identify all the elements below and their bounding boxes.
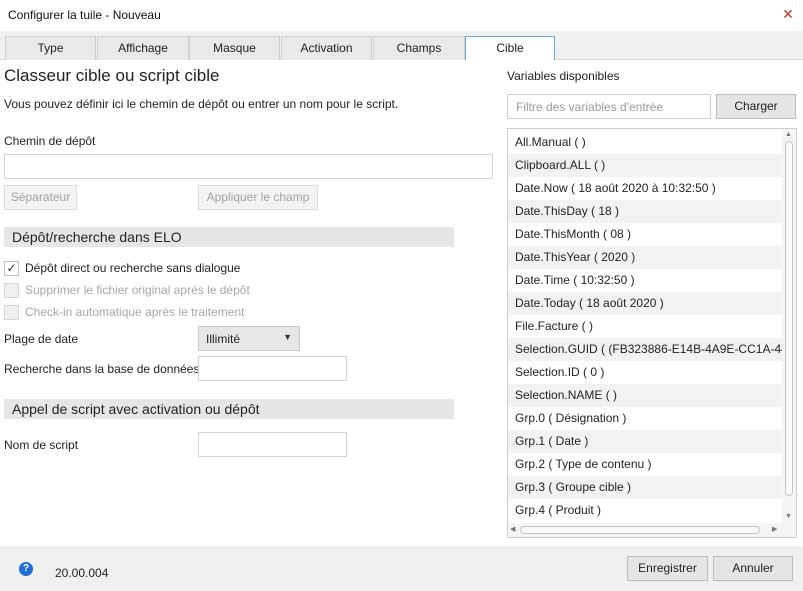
tab-cible[interactable]: Cible [465, 36, 555, 61]
list-item[interactable]: Grp.0 ( Désignation ) [508, 407, 783, 430]
window-title: Configurer la tuile - Nouveau [8, 8, 161, 22]
tab-champs[interactable]: Champs [373, 36, 465, 60]
list-item[interactable]: Date.Now ( 18 août 2020 à 10:32:50 ) [508, 177, 783, 200]
script-name-input[interactable] [198, 432, 347, 457]
vertical-scrollbar[interactable]: ▲ ▼ [782, 129, 796, 524]
checkbox-label: Dépôt direct ou recherche sans dialogue [25, 261, 241, 275]
close-icon[interactable]: ✕ [781, 7, 795, 21]
scroll-down-icon[interactable]: ▼ [785, 513, 792, 520]
path-label: Chemin de dépôt [4, 134, 96, 148]
vertical-scroll-thumb[interactable] [785, 141, 793, 496]
version-label: 20.00.004 [55, 566, 109, 580]
horizontal-scrollbar[interactable]: ◀ ▶ [508, 523, 796, 537]
horizontal-scroll-thumb[interactable] [520, 526, 760, 534]
db-search-label: Recherche dans la base de données [4, 362, 200, 376]
checkbox-label: Supprimer le fichier original après le d… [25, 283, 250, 297]
help-icon[interactable]: ? [19, 562, 33, 576]
list-item[interactable]: Grp.4 ( Produit ) [508, 499, 783, 522]
checkbox-auto-checkin[interactable]: Check-in automatique après le traitement [4, 304, 454, 322]
checkbox-label: Check-in automatique après le traitement [25, 305, 245, 319]
cancel-button[interactable]: Annuler [713, 556, 793, 581]
tab-type[interactable]: Type [5, 36, 96, 60]
scroll-up-icon[interactable]: ▲ [785, 131, 792, 138]
checkbox-box[interactable] [4, 283, 19, 298]
list-item[interactable]: Date.ThisMonth ( 08 ) [508, 223, 783, 246]
title-bar: Configurer la tuile - Nouveau ✕ [0, 0, 803, 30]
scroll-right-icon[interactable]: ▶ [772, 525, 777, 533]
scroll-left-icon[interactable]: ◀ [510, 525, 515, 533]
list-item[interactable]: Selection.GUID ( (FB323886-E14B-4A9E-CC1… [508, 338, 783, 361]
list-item[interactable]: Date.Time ( 10:32:50 ) [508, 269, 783, 292]
db-search-input[interactable] [198, 356, 347, 381]
list-item[interactable]: Clipboard.ALL ( ) [508, 154, 783, 177]
list-item[interactable]: Selection.NAME ( ) [508, 384, 783, 407]
tab-bar: Type Affichage Masque Activation Champs … [0, 31, 803, 61]
section-script-header: Appel de script avec activation ou dépôt [4, 399, 454, 419]
variables-title: Variables disponibles [507, 69, 620, 83]
list-item[interactable]: Grp.3 ( Groupe cible ) [508, 476, 783, 499]
save-button[interactable]: Enregistrer [627, 556, 708, 581]
list-item[interactable]: Date.Today ( 18 août 2020 ) [508, 292, 783, 315]
list-item[interactable]: File.Facture ( ) [508, 315, 783, 338]
section-elo-header: Dépôt/recherche dans ELO [4, 227, 454, 247]
checkbox-direct-storage[interactable]: ✓ Dépôt direct ou recherche sans dialogu… [4, 260, 454, 278]
variable-filter-input[interactable] [508, 95, 710, 118]
path-input[interactable] [4, 154, 493, 179]
list-item[interactable]: Date.ThisDay ( 18 ) [508, 200, 783, 223]
date-range-select[interactable]: Illimité ▼ [198, 326, 300, 351]
tab-masque[interactable]: Masque [189, 36, 280, 60]
tab-affichage[interactable]: Affichage [97, 36, 189, 60]
checkbox-delete-original[interactable]: Supprimer le fichier original après le d… [4, 282, 454, 300]
list-item[interactable]: All.Manual ( ) [508, 131, 783, 154]
checkbox-box[interactable] [4, 305, 19, 320]
main-panel: Classeur cible ou script cible Vous pouv… [0, 60, 803, 546]
check-icon[interactable]: ✓ [4, 261, 19, 276]
separator-button[interactable]: Séparateur [4, 185, 77, 210]
chevron-down-icon: ▼ [283, 332, 292, 342]
variables-list[interactable]: All.Manual ( ) Clipboard.ALL ( ) Date.No… [507, 128, 797, 538]
list-item[interactable]: Selection.ID ( 0 ) [508, 361, 783, 384]
list-item[interactable]: Date.ThisYear ( 2020 ) [508, 246, 783, 269]
tab-activation[interactable]: Activation [281, 36, 372, 60]
date-range-label: Plage de date [4, 332, 79, 346]
page-title: Classeur cible ou script cible [4, 66, 220, 85]
script-name-label: Nom de script [4, 438, 79, 452]
footer-bar: ? 20.00.004 Enregistrer Annuler [0, 546, 803, 591]
apply-field-button[interactable]: Appliquer le champ [198, 185, 318, 210]
list-item[interactable]: Grp.1 ( Date ) [508, 430, 783, 453]
date-range-value: Illimité [206, 332, 241, 346]
list-item[interactable]: Grp.2 ( Type de contenu ) [508, 453, 783, 476]
variable-filter-field[interactable] [507, 94, 711, 119]
load-button[interactable]: Charger [716, 94, 796, 119]
page-description: Vous pouvez définir ici le chemin de dép… [4, 97, 399, 111]
